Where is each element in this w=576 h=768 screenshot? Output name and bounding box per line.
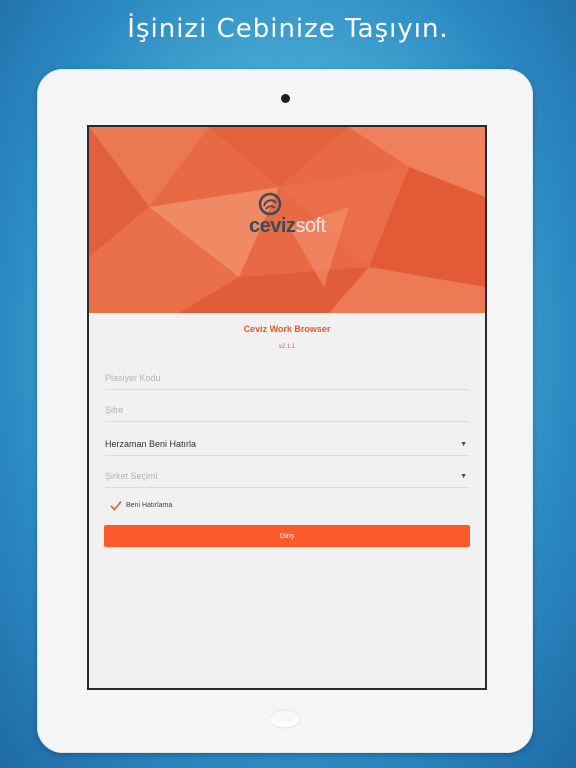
login-button[interactable]: Giriş: [104, 525, 470, 547]
dealer-code-placeholder: Plasiyer Kodu: [105, 373, 161, 383]
password-placeholder: Şifre: [105, 405, 124, 415]
hero-banner: cevizsoft: [89, 127, 485, 313]
walnut-icon: [258, 192, 282, 216]
dealer-code-input[interactable]: Plasiyer Kodu: [105, 363, 469, 390]
remember-checkbox-label: Beni Hatırlama: [126, 502, 173, 509]
remember-mode-value: Herzaman Beni Hatırla: [105, 439, 197, 449]
caret-down-icon: ▼: [460, 441, 467, 448]
promo-headline: İşinizi Cebinize Taşıyın.: [127, 14, 449, 44]
caret-down-icon: ▼: [460, 473, 467, 480]
logo-part-1: ceviz: [249, 215, 296, 237]
checkmark-icon: [110, 500, 122, 511]
remember-mode-select[interactable]: Herzaman Beni Hatırla ▼: [105, 429, 469, 456]
logo-text: cevizsoft: [249, 215, 326, 238]
company-select-placeholder: Şirket Seçimi: [105, 471, 158, 481]
camera-icon: [281, 94, 290, 103]
home-button[interactable]: [267, 705, 303, 731]
cevizsoft-logo: cevizsoft: [249, 191, 339, 241]
app-screen: cevizsoft Ceviz Work Browser v2.1.1 Plas…: [87, 125, 487, 690]
company-select[interactable]: Şirket Seçimi ▼: [105, 461, 469, 488]
app-title: Ceviz Work Browser: [243, 324, 331, 334]
password-input[interactable]: Şifre: [105, 395, 469, 422]
logo-part-2: soft: [295, 215, 326, 237]
tablet-frame: cevizsoft Ceviz Work Browser v2.1.1 Plas…: [37, 69, 533, 753]
app-version: v2.1.1: [278, 344, 296, 350]
